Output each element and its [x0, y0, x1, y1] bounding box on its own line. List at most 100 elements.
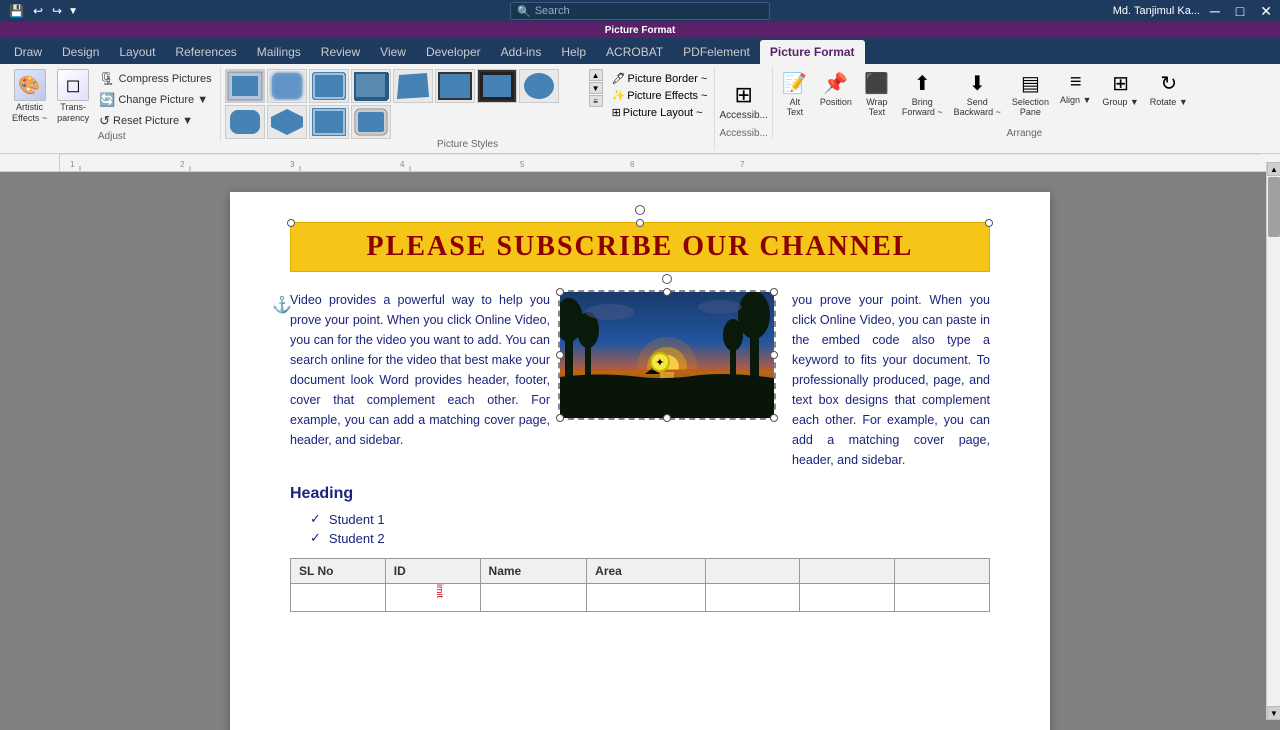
- banner-handle-tc[interactable]: [636, 219, 644, 227]
- alt-text-button[interactable]: 📝 AltText: [777, 69, 813, 119]
- styles-scroll-up[interactable]: ▲: [589, 69, 603, 81]
- undo-icon[interactable]: ↩: [30, 3, 46, 19]
- change-picture-label: Change Picture ▼: [118, 94, 208, 106]
- compress-icon: 🗜: [99, 71, 116, 87]
- picture-layout-button[interactable]: ⊞ Picture Layout ~: [609, 105, 711, 120]
- tab-acrobat[interactable]: ACROBAT: [596, 40, 673, 64]
- picture-effects-button[interactable]: ✨ Picture Effects ~: [609, 88, 711, 103]
- table-cell-area-1[interactable]: [587, 584, 705, 612]
- picture-style-4[interactable]: [351, 69, 391, 103]
- align-button[interactable]: ≡ Align ▼: [1056, 69, 1095, 107]
- styles-scroll-down[interactable]: ▼: [589, 82, 603, 94]
- arrange-group: 📝 AltText 📌 Position ⬛ WrapText ⬆ BringF…: [773, 67, 1276, 139]
- img-handle-bc[interactable]: [663, 414, 671, 422]
- reset-picture-label: Reset Picture ▼: [113, 115, 193, 127]
- tab-pdfelement[interactable]: PDFelement: [673, 40, 760, 64]
- tab-review[interactable]: Review: [311, 40, 370, 64]
- change-picture-button[interactable]: 🔄 Change Picture ▼: [95, 90, 215, 110]
- styles-more[interactable]: ≡: [589, 95, 603, 107]
- picture-style-7[interactable]: [477, 69, 517, 103]
- reset-picture-button[interactable]: ↺ Reset Picture ▼: [95, 111, 215, 131]
- scroll-thumb[interactable]: [1268, 177, 1280, 237]
- picture-style-11[interactable]: [309, 105, 349, 139]
- scroll-up-button[interactable]: ▲: [1267, 162, 1280, 176]
- accessibility-button[interactable]: ⊞ Accessib...: [719, 82, 767, 121]
- img-handle-mr[interactable]: [770, 351, 778, 359]
- banner-handle-tl[interactable]: [287, 219, 295, 227]
- student-1-check: ✓: [310, 511, 321, 527]
- img-handle-ml[interactable]: [556, 351, 564, 359]
- close-button[interactable]: ✕: [1252, 3, 1280, 20]
- tab-developer[interactable]: Developer: [416, 40, 491, 64]
- subscribe-banner: PLEASE SUBSCRIBE OUR CHANNEL: [290, 222, 990, 272]
- save-icon[interactable]: 💾: [6, 3, 27, 19]
- img-handle-tl[interactable]: [556, 288, 564, 296]
- banner-rotate-handle[interactable]: [635, 205, 645, 215]
- table-cell-slno-1[interactable]: [291, 584, 386, 612]
- img-handle-bl[interactable]: [556, 414, 564, 422]
- tab-picture-format[interactable]: Picture Format: [760, 40, 865, 64]
- table-header-col5: [705, 559, 800, 584]
- tab-addins[interactable]: Add-ins: [491, 40, 552, 64]
- text-left: Video provides a powerful way to help yo…: [290, 290, 550, 470]
- picture-style-9[interactable]: [225, 105, 265, 139]
- scroll-down-button[interactable]: ▼: [1267, 706, 1280, 720]
- table-cell-name-1[interactable]: [480, 584, 587, 612]
- picture-style-10[interactable]: [267, 105, 307, 139]
- transparency-button[interactable]: ◻ Trans-parency: [53, 67, 93, 126]
- compress-pictures-button[interactable]: 🗜 Compress Pictures: [95, 69, 215, 89]
- tab-references[interactable]: References: [165, 40, 246, 64]
- picture-styles-group: ▲ ▼ ≡ 🖊 Picture Border ~ ✨ Picture Effec…: [221, 67, 716, 150]
- bring-forward-button[interactable]: ⬆ BringForward ~: [898, 69, 947, 119]
- tab-help[interactable]: Help: [551, 40, 596, 64]
- img-handle-tr[interactable]: [770, 288, 778, 296]
- picture-style-2[interactable]: [267, 69, 307, 103]
- picture-border-button[interactable]: 🖊 Picture Border ~: [609, 71, 711, 86]
- student-2-name: Student 2: [329, 531, 385, 546]
- vertical-scrollbar[interactable]: ▲ ▼: [1266, 162, 1280, 720]
- table-header-slno: SL No: [291, 559, 386, 584]
- image-container[interactable]: ✦: [558, 290, 776, 420]
- img-handle-br[interactable]: [770, 414, 778, 422]
- tab-mailings[interactable]: Mailings: [247, 40, 311, 64]
- table-cell-col5-1[interactable]: [705, 584, 800, 612]
- user-name: Md. Tanjimul Ka...: [1113, 5, 1200, 17]
- rotate-button[interactable]: ↻ Rotate ▼: [1146, 69, 1192, 109]
- send-backward-button[interactable]: ⬇ SendBackward ~: [950, 69, 1005, 119]
- artistic-effects-button[interactable]: 🎨 ArtisticEffects ~: [8, 67, 51, 126]
- minimize-button[interactable]: ─: [1202, 3, 1228, 19]
- picture-effects-label: Picture Effects ~: [627, 90, 707, 102]
- picture-effects-icon: ✨: [612, 89, 626, 102]
- table-header-col7: [895, 559, 990, 584]
- tab-layout[interactable]: Layout: [109, 40, 165, 64]
- qat-dropdown-icon[interactable]: ▼: [68, 6, 78, 17]
- wrap-text-button[interactable]: ⬛ WrapText: [859, 69, 895, 119]
- picture-style-12[interactable]: [351, 105, 391, 139]
- adjust-label: Adjust: [8, 131, 216, 142]
- redo-icon[interactable]: ↪: [49, 3, 65, 19]
- table-cell-id-1[interactable]: imit: [385, 584, 480, 612]
- tab-design[interactable]: Design: [52, 40, 109, 64]
- picture-style-5[interactable]: [393, 69, 433, 103]
- maximize-button[interactable]: □: [1228, 3, 1252, 19]
- group-button[interactable]: ⊞ Group ▼: [1098, 69, 1142, 109]
- picture-layout-icon: ⊞: [612, 106, 621, 119]
- picture-style-1[interactable]: [225, 69, 265, 103]
- content-section: ⚓ Video provides a powerful way to help …: [290, 290, 990, 470]
- picture-style-8[interactable]: [519, 69, 559, 103]
- table-cell-col7-1[interactable]: [895, 584, 990, 612]
- arrange-label: Arrange: [777, 128, 1272, 139]
- picture-styles-label: Picture Styles: [225, 139, 711, 150]
- img-handle-tc[interactable]: [663, 288, 671, 296]
- tab-view[interactable]: View: [370, 40, 416, 64]
- position-button[interactable]: 📌 Position: [816, 69, 856, 109]
- banner-handle-tr[interactable]: [985, 219, 993, 227]
- img-rotate-handle[interactable]: [662, 274, 672, 284]
- student-2-item: ✓ Student 2: [310, 530, 990, 546]
- selection-pane-button[interactable]: ▤ SelectionPane: [1008, 69, 1053, 119]
- picture-style-6[interactable]: [435, 69, 475, 103]
- table-header-id: ID: [385, 559, 480, 584]
- picture-style-3[interactable]: [309, 69, 349, 103]
- tab-draw[interactable]: Draw: [4, 40, 52, 64]
- table-cell-col6-1[interactable]: [800, 584, 895, 612]
